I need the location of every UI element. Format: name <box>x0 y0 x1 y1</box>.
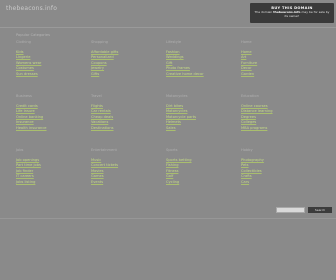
category-title: Shopping <box>91 40 108 44</box>
category-block: Sports Sports betting Fishing Fitness Go… <box>166 148 241 202</box>
category-title: Motorcycles <box>166 94 188 98</box>
category-grid: Clothing Kids Lingerie Womens wear Costu… <box>16 40 316 202</box>
category-block: Business Credit cards Life Insure Online… <box>16 94 91 148</box>
category-title: Business <box>16 94 32 98</box>
category-title: Education <box>241 94 259 98</box>
category-title: Home <box>241 40 252 44</box>
category-block: Home Home Art Furniture Decor Garden <box>241 40 316 94</box>
category-title: Sports <box>166 148 178 152</box>
category-link[interactable]: Jobs listing <box>16 180 91 185</box>
category-block: Hobby Photography Pets Collectibles Craf… <box>241 148 316 202</box>
category-title: Travel <box>91 94 102 98</box>
category-block: Motorcycles Dirt bikes Motorcycles Motor… <box>166 94 241 148</box>
category-link[interactable]: MBA programs <box>241 126 316 131</box>
category-link[interactable]: Cycling <box>166 180 241 185</box>
category-title: Clothing <box>16 40 31 44</box>
category-block: Jobs Job openings Part time jobs Job fin… <box>16 148 91 202</box>
category-link[interactable]: Destinations <box>91 126 166 131</box>
buy-domain-text-post: may be for sale <box>300 10 325 14</box>
category-block: Clothing Kids Lingerie Womens wear Costu… <box>16 40 91 94</box>
category-title: Lifestyle <box>166 40 182 44</box>
footer-divider <box>0 218 336 219</box>
category-title: Hobby <box>241 148 253 152</box>
category-block: Entertainment Music Concert tickets Movi… <box>91 148 166 202</box>
category-link[interactable]: Health insurance <box>16 126 91 131</box>
category-link[interactable]: Creative home decor <box>166 72 241 77</box>
category-title: Entertainment <box>91 148 117 152</box>
category-link[interactable]: Sun dresses <box>16 72 91 77</box>
popular-categories-label: Popular Categories <box>16 33 50 37</box>
category-block: Education Online courses Distance learni… <box>241 94 316 148</box>
site-logo[interactable]: thebeacons.info <box>6 5 57 12</box>
category-block: Lifestyle Fashion Weddings Gift Photo fr… <box>166 40 241 94</box>
category-block: Shopping Affordable gifts Personalized C… <box>91 40 166 94</box>
buy-domain-text: The domain thebeacons.info may be for sa… <box>250 10 334 19</box>
category-link[interactable]: Gifts <box>91 72 166 77</box>
category-link[interactable]: Garden <box>241 72 316 77</box>
header-divider <box>0 27 336 28</box>
category-link[interactable]: Sales <box>166 126 241 131</box>
category-block: Travel Flights Car rentals Cheap deals V… <box>91 94 166 148</box>
search-input[interactable] <box>276 207 305 213</box>
category-link[interactable]: Cars <box>241 180 316 185</box>
search-button[interactable]: Search <box>308 207 332 213</box>
buy-domain-box[interactable]: BUY THIS DOMAIN The domain thebeacons.in… <box>250 3 334 23</box>
buy-domain-text-pre: The domain <box>254 10 274 14</box>
category-link[interactable]: Events <box>91 180 166 185</box>
category-title: Jobs <box>16 148 24 152</box>
